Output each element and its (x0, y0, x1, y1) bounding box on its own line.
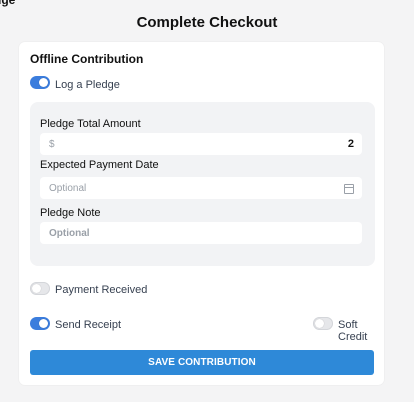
expected-date-placeholder: Optional (49, 183, 87, 194)
clipped-heading-fragment: dge (0, 0, 16, 7)
save-contribution-button[interactable]: SAVE CONTRIBUTION (30, 350, 374, 375)
currency-prefix: $ (49, 139, 55, 150)
checkout-card: Offline Contribution Log a Pledge Pledge… (19, 42, 384, 385)
log-pledge-toggle[interactable] (30, 76, 50, 89)
calendar-icon[interactable] (344, 184, 354, 194)
pledge-note-field[interactable]: Optional (40, 222, 362, 244)
expected-date-label: Expected Payment Date (40, 159, 159, 171)
expected-date-field[interactable]: Optional (40, 177, 362, 199)
pledge-note-placeholder: Optional (49, 228, 90, 239)
log-pledge-label: Log a Pledge (55, 79, 120, 91)
pledge-panel: Pledge Total Amount $ 2 Expected Payment… (30, 102, 375, 266)
payment-received-toggle[interactable] (30, 282, 50, 295)
pledge-total-value: 2 (347, 138, 354, 150)
send-receipt-toggle[interactable] (30, 317, 50, 330)
soft-credit-label: Soft Credit (338, 319, 368, 343)
pledge-total-field[interactable]: $ 2 (40, 133, 362, 155)
pledge-total-label: Pledge Total Amount (40, 118, 141, 130)
payment-received-label: Payment Received (55, 284, 148, 296)
soft-credit-toggle[interactable] (313, 317, 333, 330)
send-receipt-label: Send Receipt (55, 319, 122, 331)
section-title: Offline Contribution (30, 52, 144, 66)
page-title: Complete Checkout (136, 14, 278, 31)
pledge-note-label: Pledge Note (40, 207, 101, 219)
